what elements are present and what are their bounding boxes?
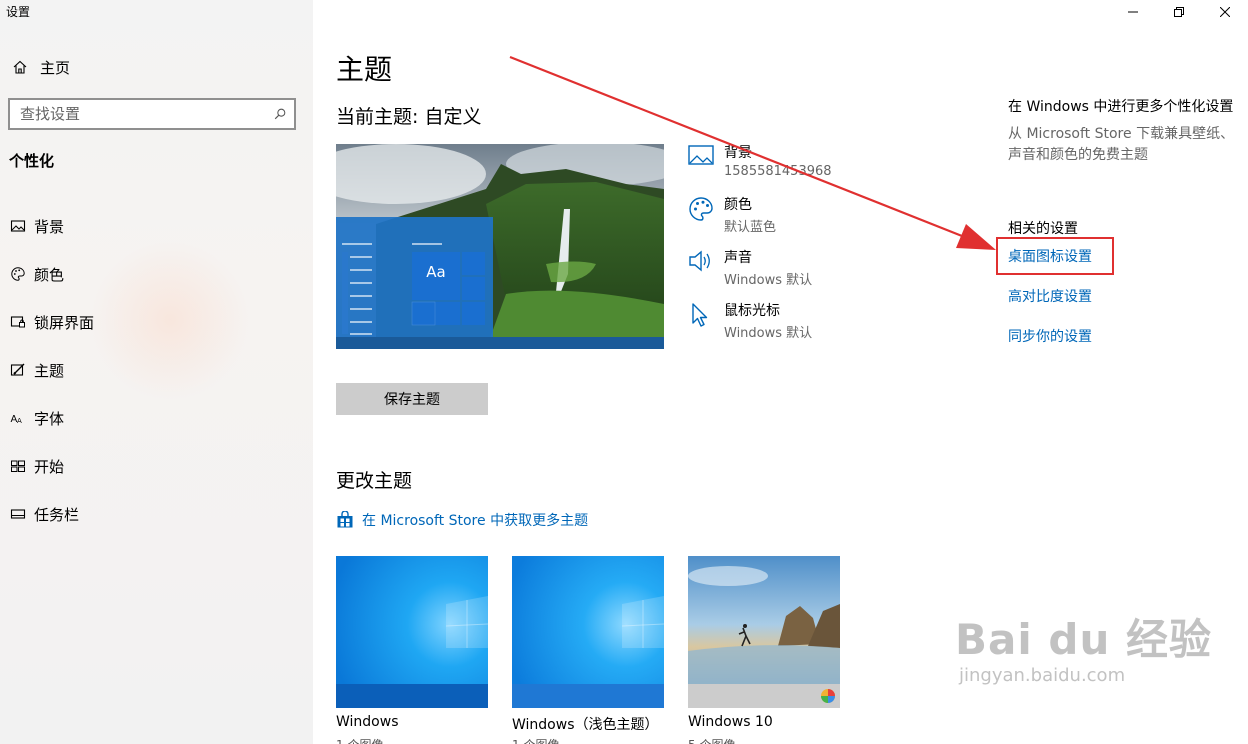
theme-icon [0,362,34,378]
search-box[interactable] [8,98,296,130]
sidebar-item-lock-screen[interactable]: 锁屏界面 [0,298,313,346]
current-theme-heading: 当前主题: 自定义 [336,106,482,128]
palette-icon [688,194,724,235]
theme-thumbnail [512,556,664,708]
theme-thumbnail [688,556,840,708]
preview-sample-text: Aa [426,263,446,281]
home-icon [0,59,40,75]
theme-prop-value: 默认蓝色 [724,220,777,235]
sidebar-section-heading: 个性化 [9,152,55,170]
theme-prop-value: Windows 默认 [724,326,813,341]
change-theme-heading: 更改主题 [336,470,413,492]
save-theme-button[interactable]: 保存主题 [336,383,488,415]
theme-prop-name: 颜色 [724,197,752,213]
baidu-watermark: Bai du 经验 jingyan.baidu.com [955,606,1212,686]
search-input[interactable] [10,100,266,128]
speaker-icon [688,247,724,288]
close-button[interactable] [1202,0,1248,24]
more-personalization-heading: 在 Windows 中进行更多个性化设置 [1008,99,1234,115]
search-icon[interactable] [266,107,294,121]
sidebar-nav: 背景 颜色 锁屏界面 主题 A A 字体 开始 任务栏 [0,202,313,538]
theme-card-name: Windows（浅色主题） [512,717,659,733]
font-icon: AA [0,410,34,426]
sidebar-item-label: 主题 [34,361,65,380]
more-personalization-description: 从 Microsoft Store 下载兼具壁纸、声音和颜色的免费主题 [1008,126,1235,163]
theme-card-name: Windows [336,714,399,730]
sidebar-item-label: 锁屏界面 [34,313,95,332]
theme-thumbnail [336,556,488,708]
theme-card-windows-10[interactable]: Windows 10 5 个图像 [688,556,840,744]
sidebar-item-home[interactable]: 主页 [0,50,313,84]
color-wheel-icon [821,689,835,703]
sync-settings-link[interactable]: 同步你的设置 [1008,326,1092,346]
window-title: 设置 [6,5,31,19]
annotation-highlight-box [996,237,1114,275]
theme-card-windows[interactable]: Windows 1 个图像 [336,556,488,744]
theme-prop-cursor[interactable]: 鼠标光标 Windows 默认 [688,300,812,341]
restore-button[interactable] [1156,0,1202,24]
sidebar-item-label: 开始 [34,457,65,476]
high-contrast-settings-link[interactable]: 高对比度设置 [1008,286,1092,306]
theme-preview-image [336,144,664,349]
theme-prop-sound[interactable]: 声音 Windows 默认 [688,247,812,288]
sidebar-item-label: 背景 [34,217,65,236]
sidebar-item-taskbar[interactable]: 任务栏 [0,490,313,538]
theme-card-name: Windows 10 [688,714,773,730]
page-title: 主题 [336,53,393,86]
svg-text:A: A [17,417,22,425]
sidebar-item-fonts[interactable]: AA 字体 [0,394,313,442]
theme-prop-color[interactable]: 颜色 默认蓝色 [688,194,776,235]
sidebar: 设置 主页 个性化 背景 [0,0,313,744]
minimize-button[interactable] [1110,0,1156,24]
store-link-text[interactable]: 在 Microsoft Store 中获取更多主题 [362,510,588,530]
sidebar-item-label: 颜色 [34,265,65,284]
sidebar-item-home-label: 主页 [40,58,71,77]
lock-screen-icon [0,314,34,330]
restore-icon [1174,7,1184,17]
settings-window: 设置 主页 个性化 背景 [0,0,1248,744]
minimize-icon [1128,11,1138,13]
theme-prop-value: Windows 默认 [724,273,813,288]
cursor-icon [688,300,724,341]
store-icon [337,511,353,528]
sidebar-item-start[interactable]: 开始 [0,442,313,490]
watermark-main: Bai du 经验 [955,615,1212,664]
sidebar-item-label: 字体 [34,409,65,428]
sidebar-item-colors[interactable]: 颜色 [0,250,313,298]
window-controls [1110,0,1248,24]
sidebar-item-background[interactable]: 背景 [0,202,313,250]
watermark-sub: jingyan.baidu.com [959,665,1126,686]
theme-preview: Aa [336,144,664,349]
related-settings-heading: 相关的设置 [1008,221,1078,237]
theme-prop-value: 1585581453968 [724,164,832,179]
sidebar-item-label: 任务栏 [34,505,80,524]
theme-card-count: 5 个图像 [688,736,735,744]
theme-prop-background[interactable]: 背景 1585581453968 [688,142,832,179]
theme-card-count: 1 个图像 [512,736,559,744]
palette-icon [0,266,34,282]
theme-prop-name: 背景 [724,145,752,161]
image-icon [0,218,34,234]
theme-card-count: 1 个图像 [336,736,383,744]
close-icon [1220,7,1230,17]
image-icon [688,142,724,179]
theme-prop-name: 鼠标光标 [724,303,780,319]
start-icon [0,458,34,474]
taskbar-icon [0,506,34,522]
theme-card-windows-light[interactable]: Windows（浅色主题） 1 个图像 [512,556,664,744]
sidebar-item-themes[interactable]: 主题 [0,346,313,394]
theme-prop-name: 声音 [724,250,752,266]
store-link[interactable]: 在 Microsoft Store 中获取更多主题 [336,510,588,530]
